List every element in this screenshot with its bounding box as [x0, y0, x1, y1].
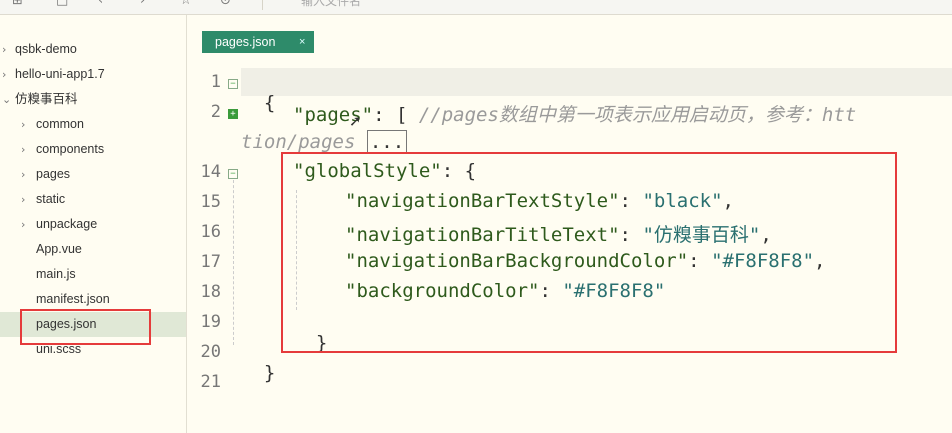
line-number: 18 [200, 282, 221, 302]
tree-item-app-vue[interactable]: App.vue [0, 237, 186, 262]
tree-item-label: unpackage [36, 217, 98, 231]
code-comment: tion/pages [241, 131, 356, 153]
fold-collapse-icon[interactable]: − [228, 169, 238, 179]
search-icon: ⌕ [271, 0, 278, 2]
line-number: 15 [200, 192, 221, 212]
code-line-1: { [241, 70, 275, 114]
chevron-right-icon[interactable]: › [21, 187, 25, 212]
fold-guide-line [233, 180, 234, 345]
tree-item-label: components [36, 142, 105, 156]
fold-collapse-icon[interactable]: − [228, 79, 238, 89]
brace-open: { [263, 92, 276, 114]
brace-close: } [263, 362, 276, 384]
line-number: 19 [200, 312, 221, 332]
project-tree: › qsbk-demo › hello-uni-app1.7 ⌄ 仿糗事百科 ›… [0, 15, 187, 433]
back-icon[interactable]: ‹ [98, 0, 103, 8]
tree-item-hello-uni-app[interactable]: › hello-uni-app1.7 [0, 62, 186, 87]
tree-item-label: common [36, 117, 84, 131]
file-search-placeholder: 输入文件名 [301, 0, 362, 8]
tree-item-label: hello-uni-app1.7 [15, 67, 105, 81]
line-number: 1 [210, 72, 221, 92]
tree-item-static[interactable]: › static [0, 187, 186, 212]
star-icon[interactable]: ☆ [180, 0, 192, 8]
tree-item-label: main.js [36, 267, 76, 281]
mouse-cursor-icon: ➚ [349, 112, 362, 130]
annotation-highlight-global-style [281, 152, 897, 353]
line-number: 20 [200, 342, 221, 362]
line-number: 17 [200, 252, 221, 272]
tree-item-common[interactable]: › common [0, 112, 186, 137]
save-icon[interactable]: □ [56, 0, 68, 8]
chevron-right-icon[interactable]: › [2, 37, 6, 62]
line-number: 14 [200, 162, 221, 182]
code-line-2: "pages": [ //pages数组中第一项表示应用启动页，参考：htt [293, 100, 856, 127]
line-number: 16 [200, 222, 221, 242]
forward-icon[interactable]: › [140, 0, 145, 8]
tree-item-pages[interactable]: › pages [0, 162, 186, 187]
chevron-right-icon[interactable]: › [2, 62, 6, 87]
chevron-right-icon[interactable]: › [21, 162, 25, 187]
tree-item-label: App.vue [36, 242, 82, 256]
code-line-2-wrap: tion/pages ... [241, 130, 408, 154]
line-number: 2 [210, 102, 221, 122]
fold-expand-icon[interactable]: + [228, 109, 238, 119]
run-icon[interactable]: ⊙ [220, 0, 231, 8]
tree-item-label: pages [36, 167, 71, 181]
tab-label: pages.json [215, 35, 276, 49]
toolbar: ⊞ □ ‹ › ☆ ⊙ ⌕ 输入文件名 [0, 0, 952, 15]
close-icon[interactable]: × [299, 31, 305, 53]
tree-item-main-js[interactable]: main.js [0, 262, 186, 287]
folded-region-marker[interactable]: ... [366, 130, 408, 154]
chevron-down-icon[interactable]: ⌄ [2, 87, 11, 112]
tree-item-project-root[interactable]: ⌄ 仿糗事百科 [0, 87, 186, 112]
chevron-right-icon[interactable]: › [21, 212, 25, 237]
current-line-highlight [241, 68, 952, 96]
file-search-input[interactable]: ⌕ 输入文件名 [262, 0, 952, 10]
tab-pages-json[interactable]: pages.json × [202, 31, 314, 53]
annotation-highlight-selected-file [20, 309, 151, 345]
line-number: 21 [200, 372, 221, 392]
punctuation: : [ [373, 104, 419, 126]
chevron-right-icon[interactable]: › [21, 112, 25, 137]
tree-item-unpackage[interactable]: › unpackage [0, 212, 186, 237]
tree-item-label: 仿糗事百科 [15, 92, 78, 106]
new-file-icon[interactable]: ⊞ [12, 0, 23, 8]
tree-item-components[interactable]: › components [0, 137, 186, 162]
tree-item-label: qsbk-demo [15, 42, 77, 56]
tree-item-qsbk-demo[interactable]: › qsbk-demo [0, 37, 186, 62]
tree-item-label: static [36, 192, 66, 206]
chevron-right-icon[interactable]: › [21, 137, 25, 162]
code-line-20: } [241, 340, 275, 384]
code-comment: //pages数组中第一项表示应用启动页，参考：htt [418, 104, 857, 126]
